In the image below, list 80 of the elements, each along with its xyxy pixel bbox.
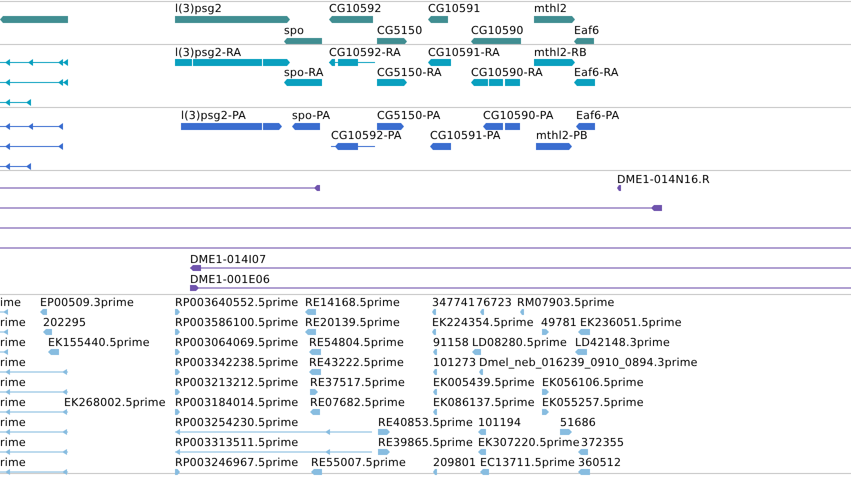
est-label: Dmel_neb_016239_0910_0894.3prime: [479, 357, 698, 369]
est-label: RE39865.5prime: [378, 437, 473, 449]
est-label: rime: [0, 437, 26, 449]
est-label: EK055257.5prime: [542, 397, 644, 409]
est-label: 360512: [578, 457, 622, 469]
gene-label: CG10592: [329, 3, 382, 15]
est-label: EK155440.5prime: [48, 337, 150, 349]
est-label: RP003184014.5prime: [175, 397, 298, 409]
est-label: ime: [0, 297, 22, 309]
transcript-label: l(3)psg2-RA: [175, 47, 242, 59]
protein-label: CG10590-PA: [483, 110, 554, 122]
est-label: EP00509.3prime: [40, 297, 134, 309]
est-label: rime: [0, 377, 26, 389]
est-label: RP003246967.5prime: [175, 457, 298, 469]
est-label: 347741: [432, 297, 476, 309]
est-label: 51686: [560, 417, 596, 429]
protein-label: l(3)psg2-PA: [181, 110, 246, 122]
est-label: EC13711.5prime: [480, 457, 575, 469]
est-label: 101273: [433, 357, 476, 369]
est-label: RE07682.5prime: [310, 397, 405, 409]
gene-label: CG5150: [377, 25, 422, 37]
protein-label: CG10592-PA: [331, 130, 402, 142]
transcript-label: Eaf6-RA: [574, 67, 619, 79]
protein-label: CG5150-PA: [377, 110, 440, 122]
transcript-label: CG10591-RA: [428, 47, 500, 59]
est-label: EK268002.5prime: [64, 397, 166, 409]
est-label: 202295: [43, 317, 86, 329]
gene-label: CG10590: [471, 25, 524, 37]
est-label: rime: [0, 337, 26, 349]
gene-label: l(3)psg2: [175, 3, 222, 15]
clone-label: DME1-001E06: [190, 274, 270, 286]
est-label: RE14168.5prime: [305, 297, 400, 309]
est-label: RM07903.5prime: [517, 297, 614, 309]
transcript-label: spo-RA: [284, 67, 324, 79]
est-label: RE55007.5prime: [311, 457, 406, 469]
est-label: EK056106.5prime: [542, 377, 644, 389]
est-label: RP003064069.5prime: [175, 337, 298, 349]
est-label: EK307220.5prime: [478, 437, 580, 449]
est-label: RP003342238.5prime: [175, 357, 298, 369]
est-label: RE54804.5prime: [309, 337, 404, 349]
transcript-label: CG10590-RA: [471, 67, 543, 79]
est-label: EK086137.5prime: [433, 397, 535, 409]
est-label: 91158: [433, 337, 469, 349]
gene-label: spo: [284, 25, 304, 37]
est-label: RP003213212.5prime: [175, 377, 298, 389]
est-label: 101194: [478, 417, 522, 429]
est-label: RE43222.5prime: [309, 357, 404, 369]
est-label: 372355: [581, 437, 624, 449]
est-label: rime: [0, 357, 26, 369]
est-label: EK236051.5prime: [580, 317, 682, 329]
est-label: RE20139.5prime: [305, 317, 400, 329]
protein-label: CG10591-PA: [430, 130, 501, 142]
est-label: RE40853.5prime: [378, 417, 473, 429]
gene-label: Eaf6: [574, 25, 600, 37]
est-label: LD08280.5prime: [472, 337, 567, 349]
transcript-label: CG10592-RA: [329, 47, 401, 59]
est-label: RE37517.5prime: [310, 377, 405, 389]
transcript-label: CG5150-RA: [377, 67, 442, 79]
protein-label: Eaf6-PA: [576, 110, 620, 122]
est-label: rime: [0, 397, 26, 409]
protein-label: spo-PA: [292, 110, 330, 122]
gene-label: mthl2: [534, 3, 568, 15]
est-label: rime: [0, 317, 26, 329]
est-label: RP003254230.5prime: [175, 417, 298, 429]
est-label: RP003640552.5prime: [175, 297, 298, 309]
protein-label: mthl2-PB: [536, 130, 588, 142]
est-label: LD42148.3prime: [575, 337, 670, 349]
clone-label: DME1-014I07: [190, 254, 266, 266]
est-label: RP003586100.5prime: [175, 317, 298, 329]
est-label: rime: [0, 457, 26, 469]
est-label: 209801: [433, 457, 476, 469]
est-label: 49781: [541, 317, 577, 329]
est-label: EK005439.5prime: [433, 377, 535, 389]
gene-label: CG10591: [428, 3, 481, 15]
est-label: RP003313511.5prime: [175, 437, 298, 449]
est-label: 76723: [476, 297, 512, 309]
est-label: EK224354.5prime: [432, 317, 534, 329]
transcript-label: mthl2-RB: [534, 47, 587, 59]
est-label: rime: [0, 417, 26, 429]
clone-label: DME1-014N16.R: [617, 174, 710, 186]
